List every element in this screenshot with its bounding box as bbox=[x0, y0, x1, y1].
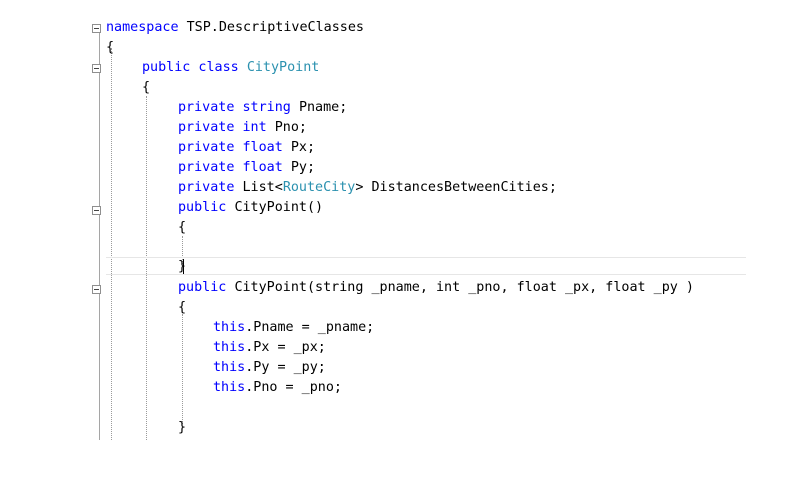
keyword: private float bbox=[178, 160, 291, 175]
code-line: namespace TSP.DescriptiveClasses bbox=[0, 18, 809, 38]
field-name: Py; bbox=[290, 160, 316, 175]
keyword: private float bbox=[178, 140, 291, 155]
code-line: this.Py = _py; bbox=[0, 358, 809, 378]
open-brace: { bbox=[106, 40, 115, 55]
assignment: .Py = _py; bbox=[245, 360, 326, 375]
class-name: CityPoint bbox=[246, 60, 320, 75]
code-line: private float Py; bbox=[0, 158, 809, 178]
keyword: public class bbox=[142, 60, 247, 75]
assignment: .Px = _px; bbox=[245, 340, 326, 355]
assignment: .Pno = _pno; bbox=[245, 380, 342, 395]
close-brace: } bbox=[178, 420, 187, 435]
field-name: Pno; bbox=[274, 120, 307, 135]
field-name: Px; bbox=[290, 140, 316, 155]
code-line: private string Pname; bbox=[0, 98, 809, 118]
keyword: private bbox=[178, 180, 243, 195]
code-line: this.Px = _px; bbox=[0, 338, 809, 358]
type-name: RouteCity bbox=[282, 180, 356, 195]
namespace-name: TSP.DescriptiveClasses bbox=[186, 20, 364, 35]
code-line: } bbox=[0, 257, 809, 277]
code-line: private float Px; bbox=[0, 138, 809, 158]
code-line: private int Pno; bbox=[0, 118, 809, 138]
keyword: private int bbox=[178, 120, 275, 135]
keyword: this bbox=[213, 360, 246, 375]
field-name: Pname; bbox=[298, 100, 348, 115]
keyword: this bbox=[213, 340, 246, 355]
code-line: } bbox=[0, 418, 809, 438]
keyword: this bbox=[213, 320, 246, 335]
code-line: { bbox=[0, 78, 809, 98]
keyword: this bbox=[213, 380, 246, 395]
code-line: public CityPoint() bbox=[0, 198, 809, 218]
text-caret bbox=[183, 259, 184, 274]
keyword: namespace bbox=[106, 20, 187, 35]
open-brace: { bbox=[178, 300, 187, 315]
code-line: public CityPoint(string _pname, int _pno… bbox=[0, 278, 809, 298]
open-brace: { bbox=[178, 220, 187, 235]
open-brace: { bbox=[142, 80, 151, 95]
keyword: public bbox=[178, 200, 235, 215]
code-line: this.Pno = _pno; bbox=[0, 378, 809, 398]
code-line: public class CityPoint bbox=[0, 58, 809, 78]
code-line: { bbox=[0, 38, 809, 58]
code-line: this.Pname = _pname; bbox=[0, 318, 809, 338]
code-editor[interactable]: namespace TSP.DescriptiveClasses { publi… bbox=[0, 0, 809, 440]
keyword: public bbox=[178, 280, 235, 295]
constructor-signature: CityPoint() bbox=[234, 200, 324, 215]
field-name: > DistancesBetweenCities; bbox=[355, 180, 557, 195]
code-line: private List<RouteCity> DistancesBetween… bbox=[0, 178, 809, 198]
code-line: { bbox=[0, 298, 809, 318]
assignment: .Pname = _pname; bbox=[245, 320, 375, 335]
generic-type: List< bbox=[242, 180, 283, 195]
keyword: private string bbox=[178, 100, 299, 115]
constructor-signature: CityPoint(string _pname, int _pno, float… bbox=[234, 280, 694, 295]
code-line: { bbox=[0, 218, 809, 238]
